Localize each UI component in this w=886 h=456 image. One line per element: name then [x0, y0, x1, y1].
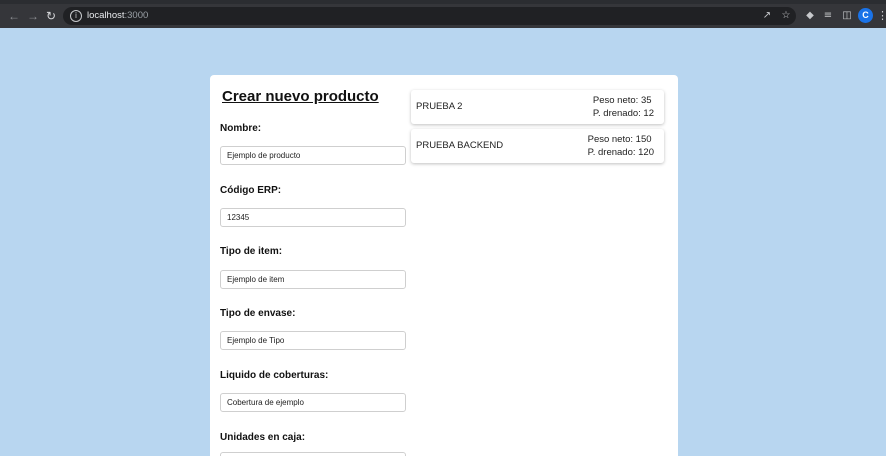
field-label-liquido-coberturas: Liquido de coberturas:	[220, 370, 329, 381]
page-title: Crear nuevo producto	[222, 88, 379, 105]
reload-icon[interactable]: ↻	[44, 9, 58, 23]
field-label-tipo-envase: Tipo de envase:	[220, 308, 296, 319]
product-card[interactable]: PRUEBA BACKEND Peso neto: 150 P. drenado…	[411, 129, 664, 163]
product-meta: Peso neto: 35 P. drenado: 12	[593, 94, 654, 120]
browser-toolbar: ← → ↻ i localhost:3000 ↗ ☆ ◆ ≡ ◫ C ⋮	[0, 4, 886, 28]
url-text[interactable]: localhost:3000	[87, 9, 148, 23]
codigo-erp-input[interactable]	[220, 208, 406, 227]
product-meta: Peso neto: 150 P. drenado: 120	[588, 133, 654, 159]
product-name: PRUEBA 2	[416, 101, 463, 112]
info-icon[interactable]: i	[70, 10, 82, 22]
peso-neto: Peso neto: 35	[592, 95, 652, 106]
product-name: PRUEBA BACKEND	[416, 140, 504, 151]
field-label-codigo-erp: Código ERP:	[220, 185, 282, 196]
media-queue-icon[interactable]: ≡	[821, 9, 835, 23]
nombre-input[interactable]	[220, 146, 406, 165]
profile-avatar[interactable]: C	[858, 8, 873, 23]
p-drenado: P. drenado: 12	[592, 108, 654, 119]
share-icon[interactable]: ↗	[760, 9, 774, 23]
address-bar[interactable]: i localhost:3000 ↗ ☆	[63, 7, 796, 25]
url-host: localhost	[87, 10, 125, 21]
product-card[interactable]: PRUEBA 2 Peso neto: 35 P. drenado: 12	[411, 90, 664, 124]
field-label-tipo-item: Tipo de item:	[220, 246, 283, 257]
extensions-icon[interactable]: ◆	[803, 9, 817, 23]
url-port: :3000	[124, 10, 149, 21]
star-icon[interactable]: ☆	[779, 9, 793, 23]
field-label-nombre: Nombre:	[220, 123, 262, 134]
menu-icon[interactable]: ⋮	[877, 9, 886, 23]
p-drenado: P. drenado: 120	[587, 147, 654, 158]
side-panel-icon[interactable]: ◫	[840, 9, 854, 23]
tipo-envase-input[interactable]	[220, 331, 406, 350]
forward-icon[interactable]: →	[26, 9, 40, 23]
tipo-item-input[interactable]	[220, 270, 406, 289]
unidades-caja-input[interactable]	[220, 452, 406, 456]
back-icon[interactable]: ←	[7, 9, 21, 23]
peso-neto: Peso neto: 150	[587, 134, 652, 145]
field-label-unidades-caja: Unidades en caja:	[220, 432, 306, 443]
liquido-coberturas-input[interactable]	[220, 393, 406, 412]
